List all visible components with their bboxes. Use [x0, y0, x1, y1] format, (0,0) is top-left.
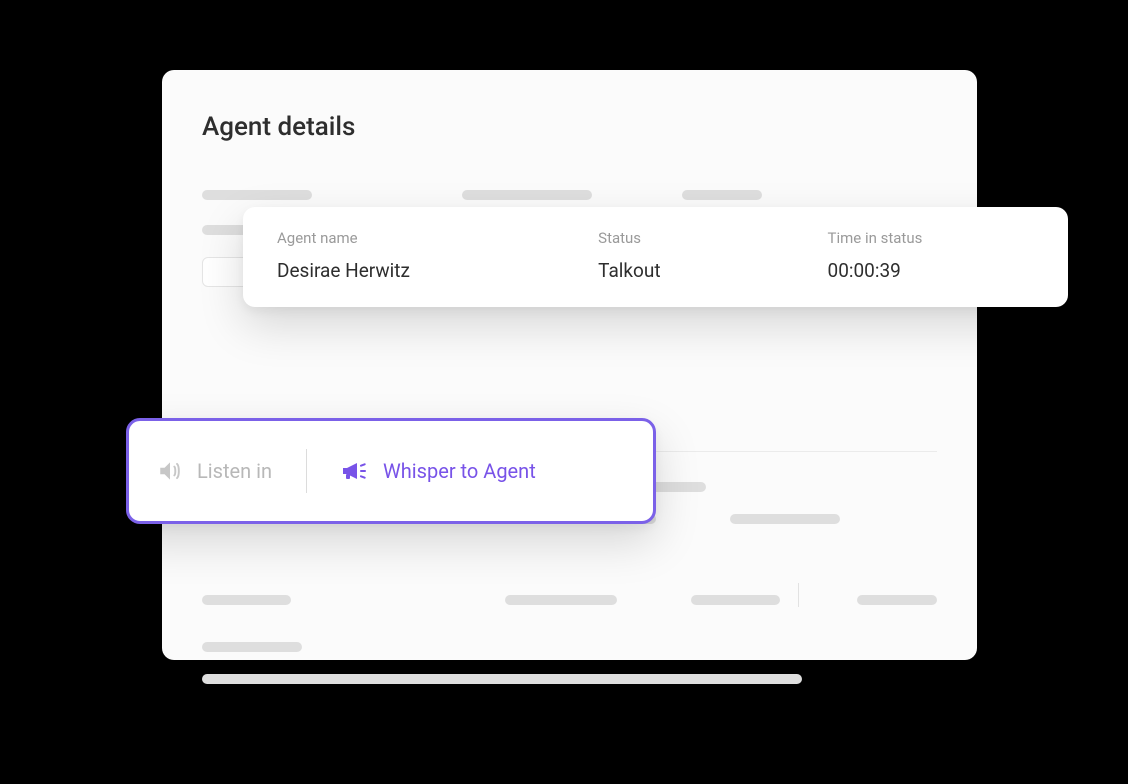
skeleton-row [202, 190, 937, 200]
skeleton-bar [202, 190, 312, 200]
time-in-status-value: 00:00:39 [828, 259, 1034, 282]
skeleton-bar [730, 514, 840, 524]
status-label: Status [598, 229, 827, 247]
skeleton-bar [505, 595, 616, 605]
panel-title: Agent details [202, 112, 937, 142]
vertical-divider [306, 449, 307, 493]
time-in-status-label: Time in status [828, 229, 1034, 247]
agent-name-value: Desirae Herwitz [277, 259, 598, 282]
listen-in-label: Listen in [197, 459, 272, 483]
status-column-time: Time in status 00:00:39 [828, 229, 1034, 287]
status-value: Talkout [598, 259, 827, 282]
skeleton-bar [202, 674, 802, 684]
whisper-to-agent-label: Whisper to Agent [383, 459, 536, 483]
listen-in-button[interactable]: Listen in [157, 458, 272, 484]
status-column-agent-name: Agent name Desirae Herwitz [277, 229, 598, 287]
agent-details-panel: Agent details [162, 70, 977, 660]
whisper-to-agent-button[interactable]: Whisper to Agent [341, 458, 536, 484]
megaphone-icon [341, 458, 369, 484]
skeleton-bar [682, 190, 762, 200]
vertical-separator [798, 583, 799, 607]
call-action-card: Listen in Whisper to Agent [126, 418, 656, 524]
agent-name-label: Agent name [277, 229, 598, 247]
agent-status-card: Agent name Desirae Herwitz Status Talkou… [243, 207, 1068, 307]
skeleton-bar [202, 642, 302, 652]
skeleton-bar [691, 595, 780, 605]
skeleton-bar [857, 595, 937, 605]
speaker-icon [157, 458, 183, 484]
skeleton-bar [462, 190, 592, 200]
skeleton-bar [202, 595, 291, 605]
status-column-status: Status Talkout [598, 229, 827, 287]
skeleton-row [202, 588, 937, 612]
